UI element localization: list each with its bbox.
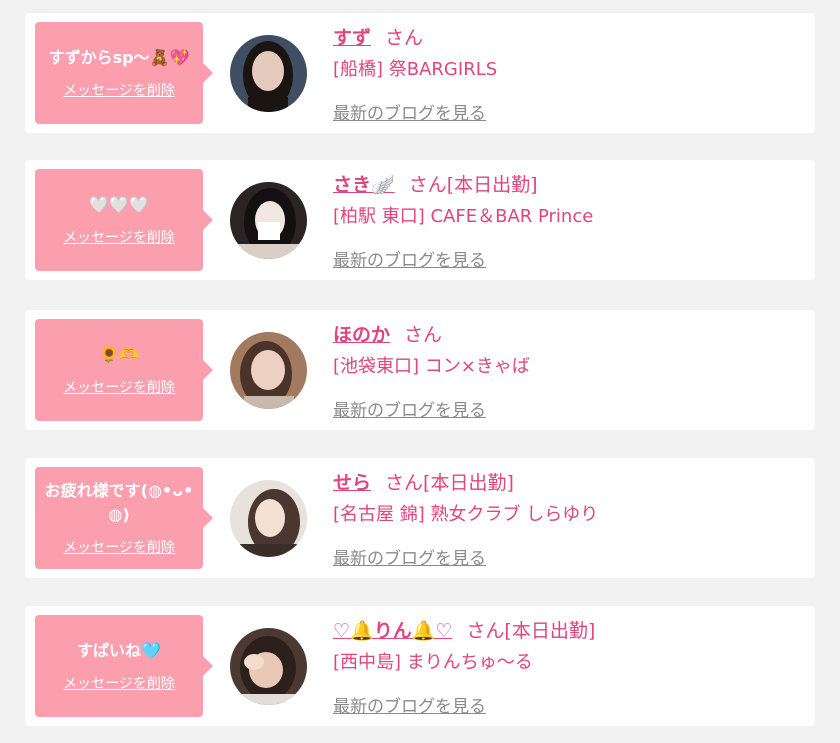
girl-name-link[interactable]: ♡🔔りん🔔♡ (333, 620, 452, 642)
shop-name: [池袋東口] コン×きゃば (333, 356, 530, 377)
message-bubble: すずからsp〜🧸💖 メッセージを削除 (35, 22, 213, 124)
girl-name-link[interactable]: ほのか (333, 324, 390, 346)
avatar[interactable] (230, 628, 307, 705)
message-bubble: 🌻🫶 メッセージを削除 (35, 319, 213, 421)
message-card: すぱいね🩵 メッセージを削除 ♡🔔りん🔔♡ さん[本日出勤] [西中島] まりんち… (25, 606, 815, 726)
message-card: 🤍🤍🤍 メッセージを削除 さき🪽 さん[本日出勤] [柏駅 東口] CAFE＆BA… (25, 160, 815, 280)
shop-name: [西中島] まりんちゅ〜る (333, 652, 533, 673)
honorific: さん (385, 27, 424, 49)
name-line: せら さん[本日出勤] (333, 468, 803, 498)
message-text: 🤍🤍🤍 (89, 195, 149, 214)
message-text: 🌻🫶 (99, 345, 139, 364)
avatar[interactable] (230, 332, 307, 409)
shop-name: [名古屋 錦] 熟女クラブ しらゆり (333, 504, 599, 525)
latest-blog-link[interactable]: 最新のブログを見る (333, 246, 486, 271)
latest-blog-link[interactable]: 最新のブログを見る (333, 396, 486, 421)
message-bubble: すぱいね🩵 メッセージを削除 (35, 615, 213, 717)
message-list: すずからsp〜🧸💖 メッセージを削除 すず さん [船橋] 祭BARGIRLS 最… (0, 0, 840, 743)
delete-message-link[interactable]: メッセージを削除 (63, 537, 175, 557)
honorific: さん (404, 324, 443, 346)
message-card: すずからsp〜🧸💖 メッセージを削除 すず さん [船橋] 祭BARGIRLS 最… (25, 13, 815, 133)
message-text: すぱいね🩵 (77, 641, 161, 660)
honorific: さん (466, 620, 505, 642)
message-card: 🌻🫶 メッセージを削除 ほのか さん [池袋東口] コン×きゃば 最新のブログを見… (25, 310, 815, 430)
girl-name-link[interactable]: せら (333, 472, 371, 494)
delete-message-link[interactable]: メッセージを削除 (63, 673, 175, 693)
girl-name-link[interactable]: すず (333, 27, 371, 49)
message-card: お疲れ様です(◍•ᴗ•◍) メッセージを削除 せら さん[本日出勤] [名古屋 錦… (25, 458, 815, 578)
name-line: ほのか さん (333, 320, 803, 350)
latest-blog-link[interactable]: 最新のブログを見る (333, 692, 486, 717)
delete-message-link[interactable]: メッセージを削除 (63, 377, 175, 397)
status-badge: [本日出勤] (423, 472, 514, 494)
name-line: ♡🔔りん🔔♡ さん[本日出勤] (333, 616, 803, 646)
status-badge: [本日出勤] (504, 620, 596, 642)
girl-info: すず さん [船橋] 祭BARGIRLS 最新のブログを見る (333, 23, 803, 124)
latest-blog-link[interactable]: 最新のブログを見る (333, 99, 486, 124)
message-text: お疲れ様です(◍•ᴗ•◍) (44, 481, 194, 524)
message-bubble: お疲れ様です(◍•ᴗ•◍) メッセージを削除 (35, 467, 213, 569)
avatar[interactable] (230, 182, 307, 259)
latest-blog-link[interactable]: 最新のブログを見る (333, 544, 486, 569)
message-text: すずからsp〜🧸💖 (48, 48, 190, 67)
message-bubble: 🤍🤍🤍 メッセージを削除 (35, 169, 213, 271)
girl-info: さき🪽 さん[本日出勤] [柏駅 東口] CAFE＆BAR Prince 最新のブ… (333, 170, 803, 271)
girl-info: ほのか さん [池袋東口] コン×きゃば 最新のブログを見る (333, 320, 803, 421)
avatar[interactable] (230, 35, 307, 112)
delete-message-link[interactable]: メッセージを削除 (63, 227, 175, 247)
shop-name: [柏駅 東口] CAFE＆BAR Prince (333, 206, 594, 227)
name-line: すず さん (333, 23, 803, 53)
status-badge: [本日出勤] (446, 174, 538, 196)
honorific: さん (408, 174, 447, 196)
girl-info: せら さん[本日出勤] [名古屋 錦] 熟女クラブ しらゆり 最新のブログを見る (333, 468, 803, 569)
honorific: さん (385, 472, 424, 494)
girl-info: ♡🔔りん🔔♡ さん[本日出勤] [西中島] まりんちゅ〜る 最新のブログを見る (333, 616, 803, 717)
avatar[interactable] (230, 480, 307, 557)
shop-name: [船橋] 祭BARGIRLS (333, 59, 498, 80)
girl-name-link[interactable]: さき🪽 (333, 174, 395, 196)
delete-message-link[interactable]: メッセージを削除 (63, 80, 175, 100)
name-line: さき🪽 さん[本日出勤] (333, 170, 803, 200)
